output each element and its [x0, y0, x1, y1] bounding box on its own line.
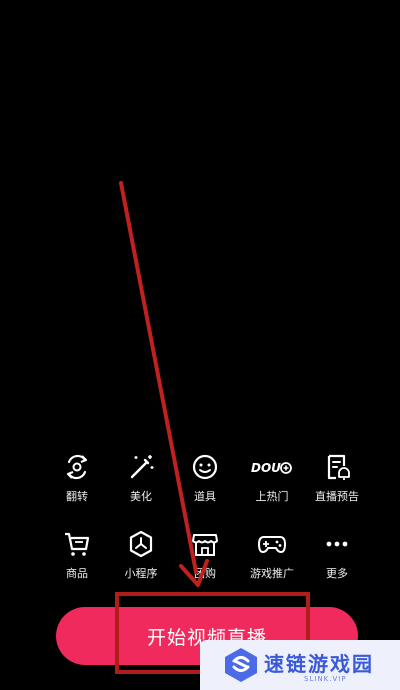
watermark-title: 速链游戏园 — [264, 652, 374, 676]
more-button[interactable]: 更多 — [302, 529, 372, 581]
gamepad-icon — [258, 536, 286, 553]
flip-camera-icon — [66, 454, 88, 480]
products-label: 商品 — [66, 567, 88, 580]
game-promo-button[interactable]: 游戏推广 — [237, 529, 307, 581]
mini-program-label: 小程序 — [124, 567, 158, 580]
toolbar-row-2: 商品 小程序 团购 游戏推广 更多 — [0, 529, 400, 589]
products-button[interactable]: 商品 — [42, 529, 112, 581]
toolbar-row-1: 翻转 美化 道具 DOU 上热门 直播预告 — [0, 452, 400, 512]
watermark-logo-icon — [225, 648, 257, 682]
magic-wand-icon — [130, 455, 154, 479]
flip-button[interactable]: 翻转 — [42, 452, 112, 504]
group-buy-button[interactable]: 团购 — [170, 529, 240, 581]
annotation-arrow-shaft — [119, 181, 198, 574]
watermark: 速链游戏园 SLINK.VIP — [200, 640, 400, 690]
group-buy-label: 团购 — [194, 567, 216, 580]
dou-text: DOU — [251, 461, 281, 475]
shopping-cart-icon — [65, 532, 90, 556]
game-promo-label: 游戏推广 — [250, 567, 294, 580]
promote-button[interactable]: DOU 上热门 — [237, 452, 307, 504]
promote-label: 上热门 — [255, 490, 289, 503]
mini-program-icon — [129, 530, 153, 558]
props-button[interactable]: 道具 — [170, 452, 240, 504]
live-preview-button[interactable]: 直播预告 — [302, 452, 372, 504]
live-preview-label: 直播预告 — [315, 490, 359, 503]
flip-label: 翻转 — [66, 490, 88, 503]
more-label: 更多 — [326, 567, 348, 580]
beautify-label: 美化 — [130, 490, 152, 503]
props-label: 道具 — [194, 490, 216, 503]
group-buy-store-icon — [192, 534, 218, 556]
mini-program-button[interactable]: 小程序 — [106, 529, 176, 581]
smiley-face-icon — [192, 454, 218, 480]
more-dots-icon — [326, 541, 348, 547]
watermark-subtitle: SLINK.VIP — [304, 675, 347, 683]
schedule-bell-icon — [327, 454, 350, 480]
dou-plus-icon: DOU — [251, 461, 292, 475]
beautify-button[interactable]: 美化 — [106, 452, 176, 504]
